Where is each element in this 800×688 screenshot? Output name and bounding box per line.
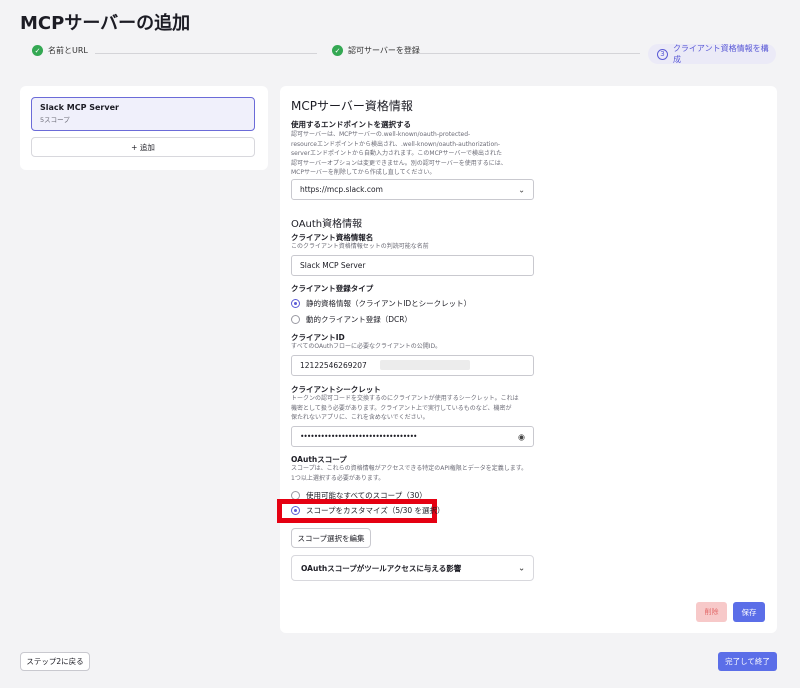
client-secret-help-line: 保たれないアプリに、これを含めないでください。 <box>291 414 429 421</box>
endpoint-help-line: MCPサーバーを削除してから作成し直してください。 <box>291 169 436 176</box>
check-icon: ✓ <box>332 45 343 56</box>
oauth-title: OAuth資格情報 <box>291 219 363 230</box>
endpoint-help-line: serverエンドポイントから自動入力されます。このMCPサーバーで検出された <box>291 150 502 157</box>
server-list-panel: Slack MCP Server 5スコープ + 追加 <box>20 86 268 170</box>
endpoint-help: 認可サーバーは、MCPサーバーの.well-known/oauth-protec… <box>291 130 507 178</box>
delete-button[interactable]: 削除 <box>696 602 727 622</box>
scope-help: スコープは、これらの資格情報がアクセスできる特定のAPI権限とデータを定義します… <box>291 464 527 483</box>
step-connector <box>418 53 640 54</box>
client-id-value: 12122546269207 <box>300 361 367 370</box>
radio-label: スコープをカスタマイズ（5/30 を選択） <box>306 506 445 515</box>
client-secret-help-line: 機密として扱う必要があります。クライアント上で実行しているものなど、機密が <box>291 404 512 412</box>
radio-custom-scopes[interactable]: スコープをカスタマイズ（5/30 を選択） <box>291 505 445 516</box>
endpoint-select[interactable]: https://mcp.slack.com ⌄ <box>291 179 534 200</box>
client-secret-input[interactable]: •••••••••••••••••••••••••••••••••• ◉ <box>291 426 534 447</box>
step-3-label: クライアント資格情報を構成 <box>672 44 769 64</box>
client-id-input[interactable]: 12122546269207 <box>291 355 534 376</box>
registration-type-label: クライアント登録タイプ <box>291 284 374 293</box>
radio-button[interactable] <box>291 299 300 308</box>
client-secret-value: •••••••••••••••••••••••••••••••••• <box>300 432 417 441</box>
radio-label: 静的資格情報（クライアントIDとシークレット） <box>306 299 472 308</box>
step-1: ✓ 名前とURL <box>32 45 88 56</box>
radio-static-credentials[interactable]: 静的資格情報（クライアントIDとシークレット） <box>291 298 471 309</box>
server-name: Slack MCP Server <box>40 103 119 112</box>
server-scope-count: 5スコープ <box>40 116 70 124</box>
step-3: 3 クライアント資格情報を構成 <box>648 44 776 64</box>
radio-button[interactable] <box>291 506 300 515</box>
radio-dynamic-registration[interactable]: 動的クライアント登録（DCR） <box>291 314 412 325</box>
chevron-down-icon: ⌄ <box>518 185 525 194</box>
page-title: MCPサーバーの追加 <box>20 13 191 34</box>
radio-button[interactable] <box>291 315 300 324</box>
client-id-help: すべてのOAuthフローに必要なクライアントの公開ID。 <box>291 343 442 350</box>
finish-button[interactable]: 完了して終了 <box>718 652 777 671</box>
scope-impact-accordion[interactable]: OAuthスコープがツールアクセスに与える影響 ⌄ <box>291 555 534 581</box>
check-icon: ✓ <box>32 45 43 56</box>
scope-help-line: スコープは、これらの資格情報がアクセスできる特定のAPI権限とデータを定義します… <box>291 465 528 472</box>
edit-scopes-button[interactable]: スコープ選択を編集 <box>291 528 371 548</box>
endpoint-label: 使用するエンドポイントを選択する <box>291 120 411 129</box>
endpoint-help-line: 認可サーバーは、MCPサーバーの.well-known/oauth-protec… <box>291 131 471 138</box>
scope-help-line: 1つ以上選択する必要があります。 <box>291 474 385 482</box>
step-2-label: 認可サーバーを登録 <box>348 46 420 55</box>
add-server-button[interactable]: + 追加 <box>31 137 255 157</box>
endpoint-help-line: resourceエンドポイントから検出され、.well-known/oauth-… <box>291 140 501 148</box>
client-name-help: このクライアント資格情報セットの判読可能な名前 <box>291 243 429 250</box>
save-button[interactable]: 保存 <box>733 602 765 622</box>
chevron-down-icon: ⌄ <box>518 563 525 573</box>
accordion-title: OAuthスコープがツールアクセスに与える影響 <box>301 563 462 573</box>
credentials-title: MCPサーバー資格情報 <box>291 99 413 113</box>
eye-icon[interactable]: ◉ <box>518 432 525 441</box>
back-to-step-2-button[interactable]: ステップ2に戻る <box>20 652 90 671</box>
credentials-panel: MCPサーバー資格情報 使用するエンドポイントを選択する 認可サーバーは、MCP… <box>277 86 777 633</box>
client-secret-help: トークンの認可コードを交換するのにクライアントが使用するシークレット。これは 機… <box>291 394 519 423</box>
endpoint-help-line: 認可サーバーオプションは変更できません。別の認可サーバーを使用するには、 <box>291 159 507 167</box>
step-2: ✓ 認可サーバーを登録 <box>332 45 420 56</box>
step-3-number: 3 <box>657 48 668 60</box>
client-name-input[interactable]: Slack MCP Server <box>291 255 534 276</box>
radio-label: 動的クライアント登録（DCR） <box>306 315 412 324</box>
step-connector <box>95 53 317 54</box>
redaction-blur <box>380 360 470 370</box>
step-1-label: 名前とURL <box>48 46 88 55</box>
server-card-selected[interactable]: Slack MCP Server 5スコープ <box>31 97 255 131</box>
client-secret-help-line: トークンの認可コードを交換するのにクライアントが使用するシークレット。これは <box>291 395 519 402</box>
endpoint-value: https://mcp.slack.com <box>300 185 383 194</box>
